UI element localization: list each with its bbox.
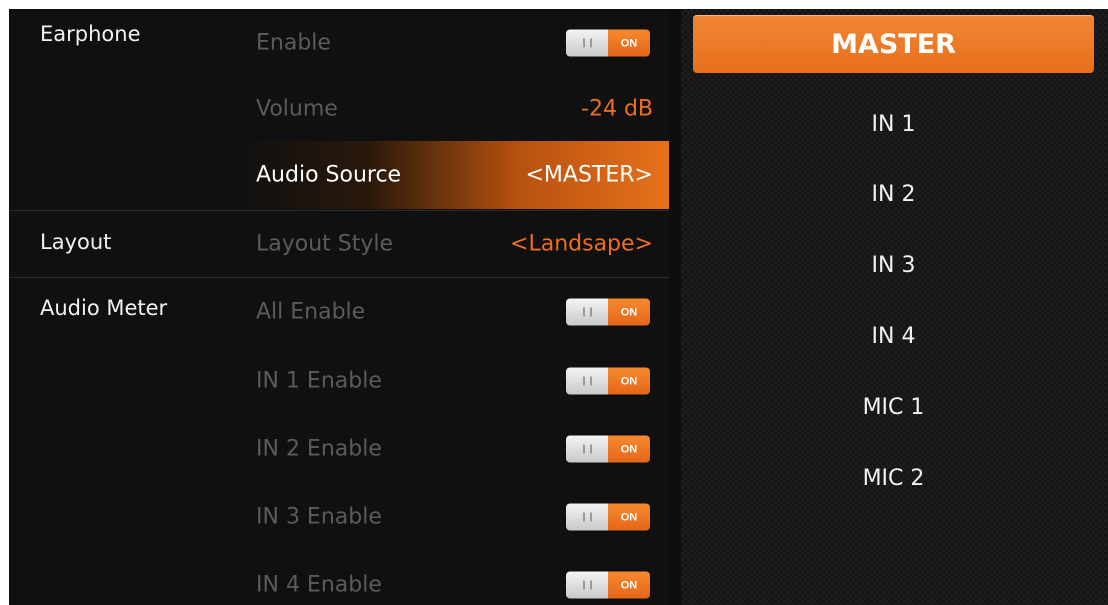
- grip-icon: [582, 444, 592, 454]
- toggle-knob: [566, 571, 608, 599]
- section-label-earphone: Earphone: [40, 22, 141, 46]
- setting-label: IN 4 Enable: [256, 572, 382, 598]
- all-enable-toggle[interactable]: ON: [566, 298, 650, 326]
- in4-enable-toggle[interactable]: ON: [566, 571, 650, 599]
- grip-icon: [582, 376, 592, 386]
- setting-row-in4-enable[interactable]: IN 4 Enable ON: [241, 551, 669, 605]
- source-option-master[interactable]: MASTER: [693, 15, 1094, 73]
- grip-icon: [582, 580, 592, 590]
- volume-value: -24 dB: [581, 96, 653, 122]
- grip-icon: [582, 512, 592, 522]
- grip-icon: [582, 38, 592, 48]
- in3-enable-toggle[interactable]: ON: [566, 503, 650, 531]
- toggle-knob: [566, 298, 608, 326]
- setting-row-in3-enable[interactable]: IN 3 Enable ON: [241, 483, 669, 551]
- grip-icon: [582, 307, 592, 317]
- audio-source-list: MASTER IN 1 IN 2 IN 3 IN 4 MIC 1 MIC 2: [681, 9, 1108, 605]
- source-option-in3[interactable]: IN 3: [693, 236, 1094, 294]
- in2-enable-toggle[interactable]: ON: [566, 435, 650, 463]
- section-label-layout: Layout: [40, 230, 112, 254]
- setting-row-audio-source[interactable]: Audio Source <MASTER>: [241, 141, 669, 209]
- setting-label: IN 1 Enable: [256, 368, 382, 394]
- setting-row-all-enable[interactable]: All Enable ON: [241, 278, 669, 346]
- toggle-knob: [566, 29, 608, 57]
- in1-enable-toggle[interactable]: ON: [566, 367, 650, 395]
- source-option-in1[interactable]: IN 1: [693, 95, 1094, 153]
- toggle-on-label: ON: [608, 503, 650, 531]
- setting-row-in2-enable[interactable]: IN 2 Enable ON: [241, 415, 669, 483]
- setting-label: IN 2 Enable: [256, 436, 382, 462]
- setting-row-earphone-volume[interactable]: Volume -24 dB: [241, 75, 669, 143]
- setting-row-in1-enable[interactable]: IN 1 Enable ON: [241, 347, 669, 415]
- toggle-on-label: ON: [608, 367, 650, 395]
- setting-label: IN 3 Enable: [256, 504, 382, 530]
- source-option-in4[interactable]: IN 4: [693, 307, 1094, 365]
- toggle-on-label: ON: [608, 435, 650, 463]
- toggle-on-label: ON: [608, 29, 650, 57]
- toggle-on-label: ON: [608, 298, 650, 326]
- toggle-knob: [566, 435, 608, 463]
- setting-label: Audio Source: [256, 162, 402, 188]
- audio-source-value: <MASTER>: [525, 162, 654, 188]
- toggle-knob: [566, 503, 608, 531]
- toggle-on-label: ON: [608, 571, 650, 599]
- source-option-mic2[interactable]: MIC 2: [693, 449, 1094, 507]
- source-option-in2[interactable]: IN 2: [693, 165, 1094, 223]
- setting-label: Volume: [256, 96, 338, 122]
- earphone-enable-toggle[interactable]: ON: [566, 29, 650, 57]
- source-option-mic1[interactable]: MIC 1: [693, 378, 1094, 436]
- setting-label: Layout Style: [256, 231, 394, 257]
- section-label-audio-meter: Audio Meter: [40, 296, 168, 320]
- audio-settings-screen: Earphone Enable ON Volume -24 dB Audio S…: [9, 9, 1108, 605]
- toggle-knob: [566, 367, 608, 395]
- layout-style-value: <Landsape>: [510, 231, 653, 257]
- setting-row-layout-style[interactable]: Layout Style <Landsape>: [241, 210, 669, 278]
- settings-panel: Earphone Enable ON Volume -24 dB Audio S…: [9, 9, 669, 605]
- setting-label: All Enable: [256, 299, 366, 325]
- setting-row-earphone-enable[interactable]: Enable ON: [241, 9, 669, 77]
- setting-label: Enable: [256, 30, 331, 56]
